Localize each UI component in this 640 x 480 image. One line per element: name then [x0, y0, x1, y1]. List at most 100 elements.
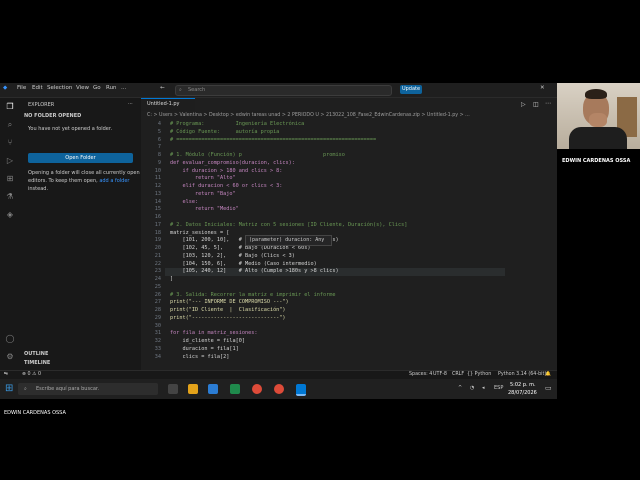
language-indicator[interactable]: ESP — [494, 385, 503, 391]
line-number: 32 — [154, 338, 161, 344]
code-line[interactable]: duracion = fila[1] — [170, 346, 238, 352]
vscode-logo-icon: ◆ — [3, 85, 8, 91]
line-number: 15 — [154, 206, 161, 213]
menu-go[interactable]: Go — [93, 85, 101, 91]
code-line[interactable]: for fila in matriz_sesiones: — [170, 330, 257, 336]
more-actions-icon[interactable]: ⋯ — [128, 101, 133, 107]
menu-edit[interactable]: Edit — [32, 85, 43, 91]
code-line[interactable]: # 1. Módulo (Función) p promiso — [170, 152, 345, 158]
no-folder-section[interactable]: NO FOLDER OPENED — [24, 113, 81, 119]
vscode-taskbar-icon[interactable] — [296, 384, 306, 396]
close-window-icon[interactable]: ✕ — [540, 85, 545, 91]
explorer-icon[interactable]: ❐ — [5, 102, 15, 112]
windows-start-icon[interactable]: ⊞ — [5, 383, 13, 394]
windows-taskbar: ⊞ ⌕ Escribe aquí para buscar. ^ ◔ ◂ ESP … — [0, 379, 557, 399]
app-icon[interactable] — [230, 384, 240, 394]
code-line[interactable]: def evaluar_compromiso(duracion, clics): — [170, 160, 295, 166]
testing-icon[interactable]: ⚗ — [5, 192, 15, 202]
code-line[interactable]: else: — [170, 199, 198, 205]
code-line[interactable]: # 2. Datos Iniciales: Matriz con 5 sesio… — [170, 222, 407, 228]
menu-file[interactable]: File — [17, 85, 26, 91]
volume-icon[interactable]: ◂ — [482, 385, 485, 391]
code-line[interactable]: [103, 120, 2], # Bajo (Clics < 3) — [170, 253, 294, 259]
source-control-icon[interactable]: ⑂ — [5, 138, 15, 148]
line-number: 8 — [157, 152, 161, 158]
file-explorer-icon[interactable] — [188, 384, 198, 394]
menu-more[interactable]: ... — [121, 85, 126, 91]
python-icon[interactable]: ◈ — [5, 210, 15, 220]
code-line[interactable]: print("----------------------------") — [170, 315, 286, 321]
word-icon[interactable] — [208, 384, 218, 394]
line-number: 13 — [154, 190, 161, 197]
problems-status[interactable]: ⊗ 0 ⚠ 0 — [22, 372, 41, 377]
task-view-icon[interactable] — [168, 384, 178, 394]
code-line[interactable]: return "Alto" — [170, 175, 236, 181]
code-line[interactable]: [105, 240, 12] # Alto (Cumple >180s y >8… — [170, 268, 338, 274]
remote-icon[interactable]: ⇋ — [4, 372, 8, 377]
code-line[interactable]: # Programa: Ingeniería Electrónica — [170, 121, 304, 127]
code-line[interactable]: matriz_sesiones = [ — [170, 230, 229, 236]
notification-center-icon[interactable]: ▭ — [545, 384, 552, 392]
code-line[interactable]: id_cliente = fila[0] — [170, 338, 244, 344]
line-number: 30 — [154, 322, 161, 329]
line-number: 28 — [154, 307, 161, 313]
code-line[interactable]: if duracion > 180 and clics > 8: — [170, 168, 282, 174]
clock-time[interactable]: 5:02 p. m. — [510, 382, 536, 388]
run-debug-icon[interactable]: ▷ — [5, 156, 15, 166]
command-search-box[interactable]: ⌕ Search — [175, 85, 392, 96]
line-number: 7 — [157, 144, 161, 151]
line-number: 5 — [157, 128, 161, 135]
code-line[interactable]: ] — [170, 276, 173, 282]
spaces-status[interactable]: Spaces: 4 — [409, 372, 432, 377]
menu-selection[interactable]: Selection — [47, 85, 72, 91]
interpreter-status[interactable]: Python 3.14 (64-bit) — [498, 372, 546, 377]
code-line[interactable]: # Código Fuente: autoría propia — [170, 129, 279, 135]
code-line[interactable]: # ======================================… — [170, 137, 376, 143]
extensions-icon[interactable]: ⊞ — [5, 174, 15, 184]
info-line-2-prefix: editors. To keep them open, — [28, 178, 98, 184]
add-folder-link[interactable]: add a folder — [99, 178, 129, 184]
settings-gear-icon[interactable]: ⚙ — [5, 352, 15, 362]
taskbar-search-box[interactable]: ⌕ Escribe aquí para buscar. — [18, 383, 158, 395]
code-line[interactable]: return "Medio" — [170, 206, 239, 212]
timeline-section[interactable]: TIMELINE — [24, 360, 50, 366]
tab-untitled-1[interactable]: Untitled-1.py — [141, 98, 195, 111]
person-hand — [589, 113, 607, 127]
outline-section[interactable]: OUTLINE — [24, 351, 48, 357]
account-icon[interactable]: ◯ — [5, 334, 15, 344]
split-editor-icon[interactable]: ◫ — [533, 101, 539, 108]
clock-date[interactable]: 28/07/2026 — [508, 390, 537, 396]
eol-status[interactable]: CRLF — [452, 372, 464, 377]
notifications-bell-icon[interactable]: 🔔 — [545, 372, 551, 377]
chrome-icon[interactable] — [252, 384, 262, 394]
code-line[interactable]: print("--- INFORME DE COMPROMISO ---") — [170, 299, 289, 305]
breadcrumb[interactable]: C: > Users > Valentina > Desktop > edwin… — [141, 111, 557, 120]
open-folder-button[interactable]: Open Folder — [28, 153, 133, 163]
line-number: 11 — [154, 175, 161, 182]
editor-more-icon[interactable]: ⋯ — [545, 100, 551, 107]
no-folder-text: You have not yet opened a folder. — [28, 126, 113, 132]
code-line[interactable]: elif duracion < 60 or clics < 3: — [170, 183, 282, 189]
search-activity-icon[interactable]: ⌕ — [5, 120, 15, 130]
line-number: 17 — [154, 221, 161, 228]
code-line[interactable]: return "Bajo" — [170, 191, 236, 197]
language-status[interactable]: {} Python — [467, 372, 491, 377]
encoding-status[interactable]: UTF-8 — [433, 372, 447, 377]
back-arrow-icon[interactable]: ← — [160, 85, 165, 91]
menu-run[interactable]: Run — [106, 85, 117, 91]
code-line[interactable]: [104, 150, 6], # Medio (Caso intermedio) — [170, 261, 316, 267]
menu-view[interactable]: View — [76, 85, 89, 91]
search-icon: ⌕ — [179, 87, 182, 93]
chrome-profile-icon[interactable] — [274, 384, 284, 394]
line-number: 18 — [154, 229, 161, 236]
update-button[interactable]: Update — [400, 85, 422, 94]
tray-overflow-icon[interactable]: ^ — [458, 385, 462, 391]
info-line-2: editors. To keep them open, add a folder — [28, 178, 129, 184]
code-line[interactable]: print("ID Cliente | Clasificación") — [170, 307, 286, 313]
network-icon[interactable]: ◔ — [470, 385, 474, 391]
taskbar-search-placeholder: Escribe aquí para buscar. — [36, 386, 100, 392]
code-line[interactable]: # 3. Salida: Recorrer la matriz e imprim… — [170, 292, 336, 298]
run-python-icon[interactable]: ▷ — [521, 101, 526, 108]
line-number: 21 — [154, 252, 161, 259]
code-line[interactable]: clics = fila[2] — [170, 354, 229, 360]
